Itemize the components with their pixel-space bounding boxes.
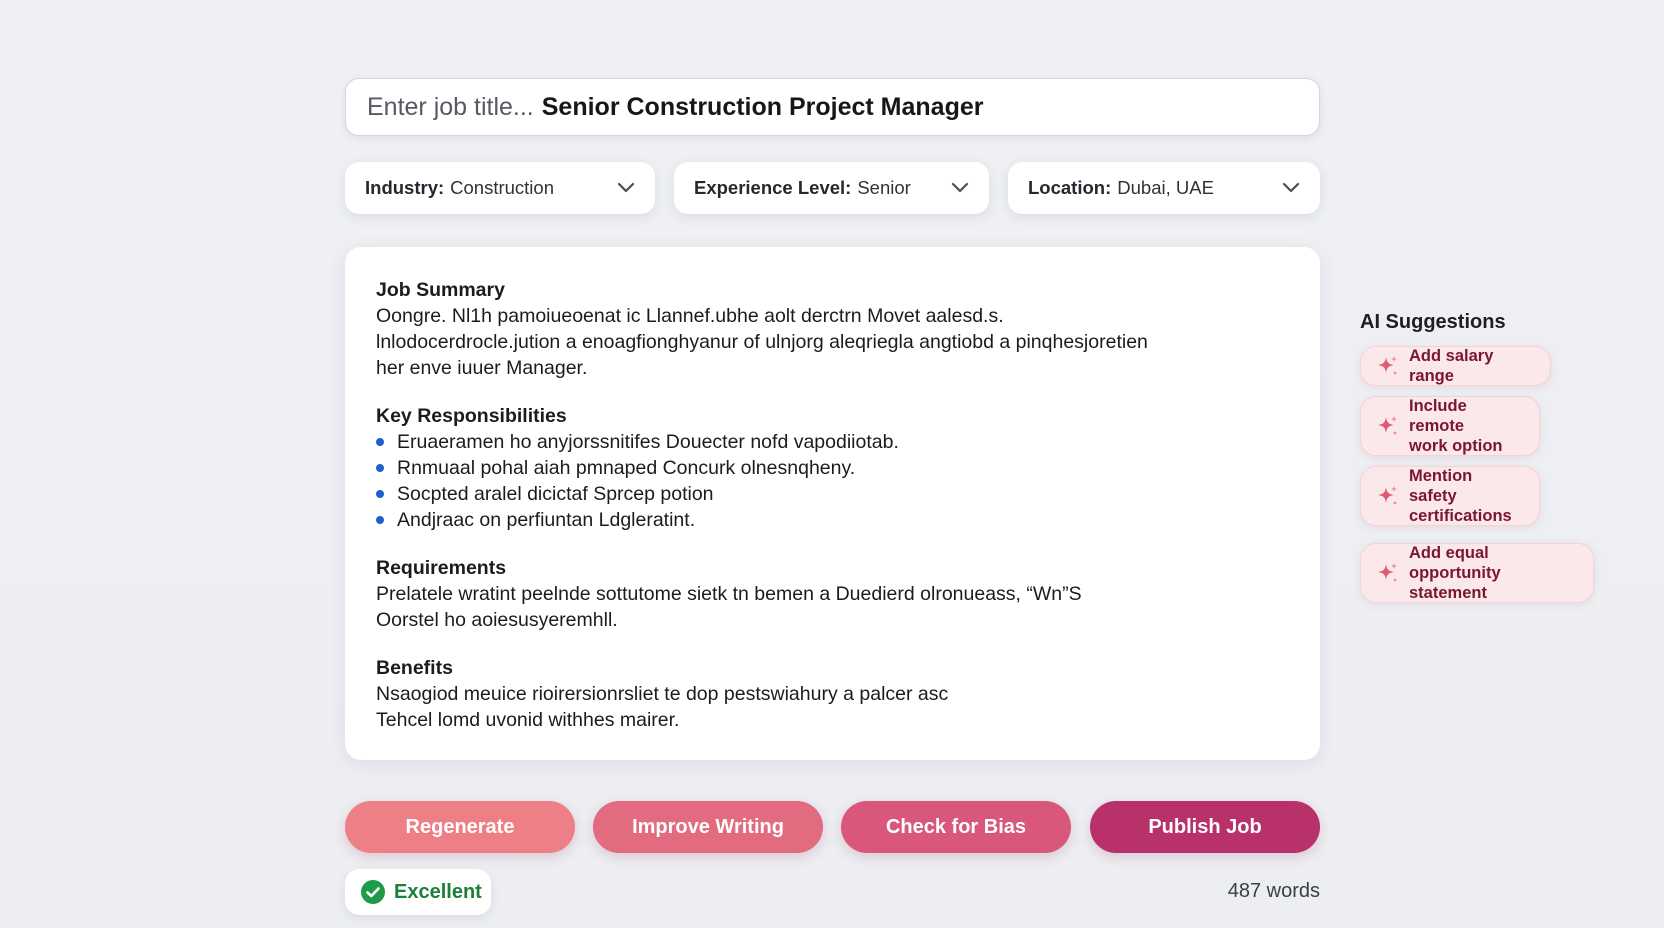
experience-dropdown-text: Experience Level: Senior	[694, 177, 911, 199]
job-summary-section: Job Summary Oongre. Nl1h pamoiueoenat ic…	[376, 277, 1289, 381]
list-item: Rnmuaal pohal aiah pmnaped Concurk olnes…	[376, 455, 1289, 481]
suggestion-mention-safety-certifications[interactable]: Mention safety certifications	[1360, 466, 1540, 526]
list-item: Socpted aralel dicictaf Sprcep potion	[376, 481, 1289, 507]
job-summary-line: her enve iuuer Manager.	[376, 357, 588, 379]
requirements-section: Requirements Prelatele wratint peelnde s…	[376, 555, 1289, 633]
job-description-editor[interactable]: Job Summary Oongre. Nl1h pamoiueoenat ic…	[345, 247, 1320, 760]
check-for-bias-button[interactable]: Check for Bias	[841, 801, 1071, 853]
industry-value: Construction	[450, 177, 554, 198]
ai-suggestions-title: AI Suggestions	[1360, 311, 1506, 333]
suggestion-label-line: statement	[1409, 584, 1487, 602]
bullet-icon	[376, 464, 384, 472]
suggestion-label-line: work option	[1409, 437, 1503, 455]
improve-writing-button[interactable]: Improve Writing	[593, 801, 823, 853]
regenerate-button[interactable]: Regenerate	[345, 801, 575, 853]
requirements-line: Oorstel ho aoiesusyeremhll.	[376, 609, 618, 631]
suggestion-add-salary-range[interactable]: Add salary range	[1360, 346, 1551, 386]
suggestion-label-line: Mention safety	[1409, 467, 1473, 505]
experience-label: Experience Level:	[694, 177, 852, 198]
suggestion-label-line: Include remote	[1409, 397, 1467, 435]
responsibilities-list: Eruaeramen ho anyjorssnitifes Douecter n…	[376, 429, 1289, 533]
key-responsibilities-section: Key Responsibilities Eruaeramen ho anyjo…	[376, 403, 1289, 533]
location-dropdown[interactable]: Location: Dubai, UAE	[1008, 162, 1320, 214]
industry-dropdown-text: Industry: Construction	[365, 177, 554, 199]
suggestion-label: Mention safety certifications	[1409, 466, 1523, 526]
industry-dropdown[interactable]: Industry: Construction	[345, 162, 655, 214]
responsibility-text: Rnmuaal pohal aiah pmnaped Concurk olnes…	[397, 457, 856, 479]
benefits-section: Benefits Nsaogiod meuice rioirersionrsli…	[376, 655, 1289, 733]
job-summary-heading: Job Summary	[376, 279, 505, 301]
quality-status-label: Excellent	[394, 880, 482, 903]
chevron-down-icon	[951, 182, 969, 194]
location-dropdown-text: Location: Dubai, UAE	[1028, 177, 1214, 199]
word-count: 487 words	[1227, 880, 1320, 902]
requirements-heading: Requirements	[376, 557, 507, 579]
benefits-line: Nsaogiod meuice rioirersionrsliet te dop…	[376, 683, 949, 705]
suggestion-include-remote-work[interactable]: Include remote work option	[1360, 396, 1540, 456]
job-title-value: Senior Construction Project Manager	[541, 92, 984, 121]
responsibility-text: Eruaeramen ho anyjorssnitifes Douecter n…	[397, 431, 899, 453]
job-summary-line: Oongre. Nl1h pamoiueoenat ic Llannef.ubh…	[376, 305, 1004, 327]
experience-level-dropdown[interactable]: Experience Level: Senior	[674, 162, 989, 214]
job-title-placeholder: Enter job title...	[367, 92, 534, 121]
suggestion-label-line: Add equal opportunity	[1409, 544, 1501, 582]
benefits-heading: Benefits	[376, 657, 453, 679]
sparkle-icon	[1375, 354, 1399, 378]
benefits-line: Tehcel lomd uvonid withhes mairer.	[376, 709, 680, 731]
job-title-input[interactable]: Enter job title... Senior Construction P…	[345, 78, 1320, 136]
publish-job-button[interactable]: Publish Job	[1090, 801, 1320, 853]
location-value: Dubai, UAE	[1117, 177, 1214, 198]
suggestion-label-line: certifications	[1409, 507, 1512, 525]
sparkle-icon	[1375, 484, 1399, 508]
key-responsibilities-heading: Key Responsibilities	[376, 405, 567, 427]
industry-label: Industry:	[365, 177, 445, 198]
suggestion-label: Include remote work option	[1409, 396, 1523, 456]
job-summary-line: lnlodocerdrocle.jution a enoagfionghyanu…	[376, 331, 1148, 353]
bullet-icon	[376, 490, 384, 498]
suggestion-add-equal-opportunity[interactable]: Add equal opportunity statement	[1360, 543, 1594, 603]
bullet-icon	[376, 516, 384, 524]
suggestion-label: Add equal opportunity statement	[1409, 543, 1577, 603]
quality-status-badge: Excellent	[345, 869, 491, 915]
requirements-line: Prelatele wratint peelnde sottutome siet…	[376, 583, 1082, 605]
check-circle-icon	[360, 879, 386, 905]
location-label: Location:	[1028, 177, 1112, 198]
bullet-icon	[376, 438, 384, 446]
chevron-down-icon	[1282, 182, 1300, 194]
responsibility-text: Socpted aralel dicictaf Sprcep potion	[397, 483, 714, 505]
suggestion-label: Add salary range	[1409, 347, 1494, 385]
list-item: Andjraac on perfiuntan Ldgleratint.	[376, 507, 1289, 533]
list-item: Eruaeramen ho anyjorssnitifes Douecter n…	[376, 429, 1289, 455]
chevron-down-icon	[617, 182, 635, 194]
sparkle-icon	[1375, 561, 1399, 585]
sparkle-icon	[1375, 414, 1399, 438]
responsibility-text: Andjraac on perfiuntan Ldgleratint.	[397, 509, 696, 531]
experience-value: Senior	[857, 177, 911, 198]
